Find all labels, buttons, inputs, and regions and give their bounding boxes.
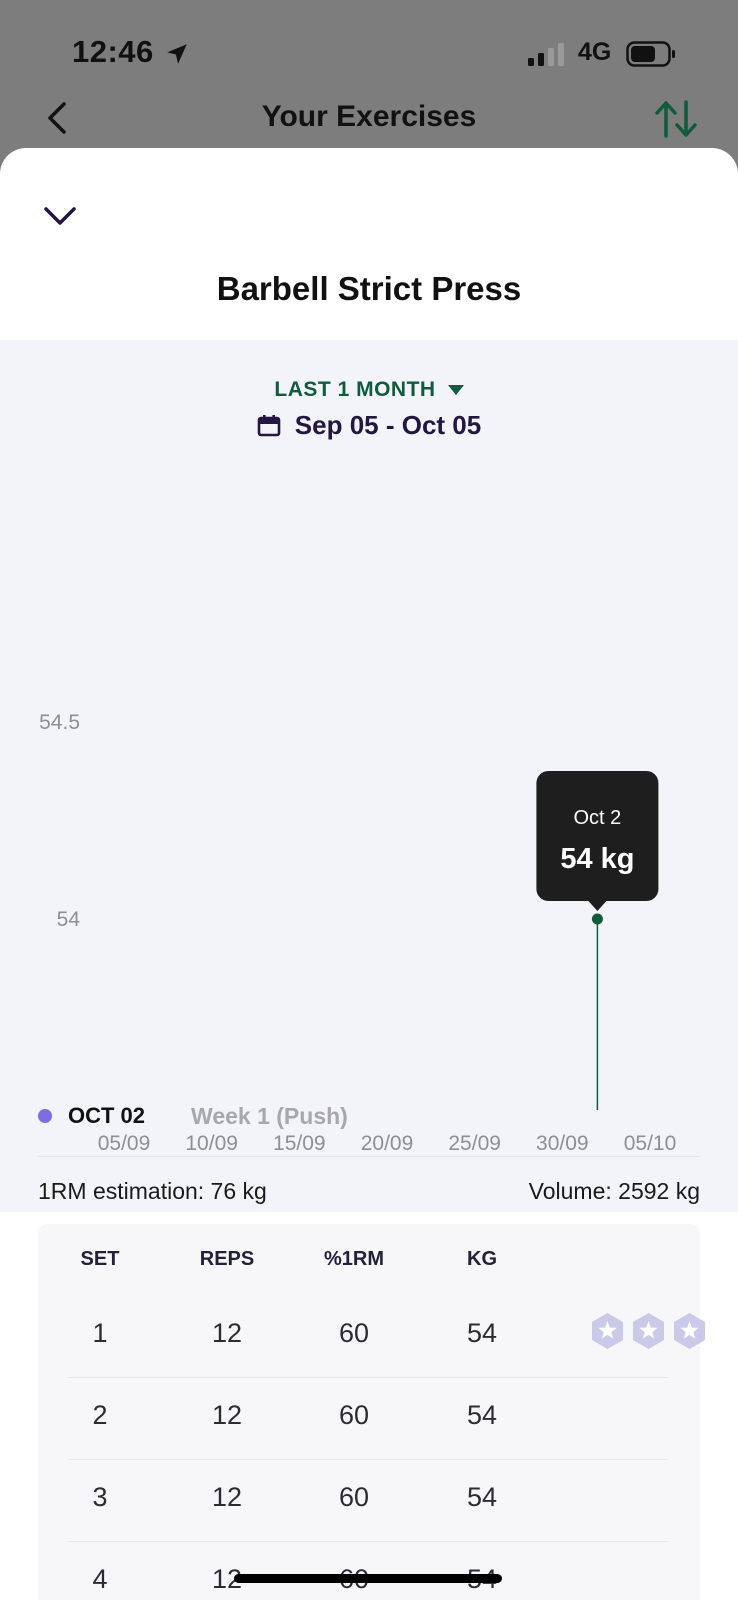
range-selector[interactable]: LAST 1 MONTH bbox=[0, 378, 738, 402]
cellular-signal-icon bbox=[528, 43, 564, 66]
status-bar: 12:46 4G bbox=[0, 0, 738, 100]
session-stats: 1RM estimation: 76 kg Volume: 2592 kg bbox=[38, 1178, 700, 1205]
x-tick-label: 05/10 bbox=[624, 1132, 677, 1155]
header-kg: KG bbox=[467, 1248, 497, 1270]
data-point bbox=[591, 913, 603, 925]
x-tick-label: 10/09 bbox=[185, 1132, 238, 1155]
divider bbox=[38, 1156, 700, 1157]
nav-title: Your Exercises bbox=[261, 100, 477, 133]
table-row: 2 12 60 54 bbox=[68, 1378, 668, 1460]
table-row: 4 12 60 54 bbox=[68, 1542, 668, 1600]
x-tick-label: 25/09 bbox=[448, 1132, 501, 1155]
caret-down-icon bbox=[447, 385, 464, 395]
battery-icon bbox=[626, 41, 675, 67]
session-header: OCT 02 Week 1 (Push) bbox=[38, 1098, 700, 1134]
cell-kg: 54 bbox=[466, 1318, 498, 1348]
cell-kg: 54 bbox=[466, 1400, 498, 1430]
sets-table: SET REPS %1RM KG 1 12 60 54 2 12 60 54 3… bbox=[38, 1224, 705, 1600]
table-row: 1 12 60 54 bbox=[68, 1296, 705, 1378]
date-range-text: Sep 05 - Oct 05 bbox=[294, 410, 482, 440]
chart-tooltip: Oct 2 54 kg bbox=[536, 771, 659, 911]
cell-reps: 12 bbox=[211, 1318, 243, 1348]
tooltip-box bbox=[536, 771, 659, 901]
exercise-title: Barbell Strict Press bbox=[216, 270, 522, 307]
y-tick-label: 54 bbox=[57, 908, 81, 931]
cell-set: 1 bbox=[92, 1318, 108, 1348]
y-tick-label: 54.5 bbox=[39, 711, 80, 734]
session-dot bbox=[38, 1109, 52, 1123]
header-set: SET bbox=[80, 1248, 120, 1270]
cell-percent: 60 bbox=[338, 1482, 370, 1512]
x-tick-label: 30/09 bbox=[536, 1132, 589, 1155]
exercise-detail-sheet: Barbell Strict Press 54.5 54 05/09 10/09 15… bbox=[0, 148, 738, 1600]
star-badge-icon bbox=[633, 1313, 664, 1349]
star-badge-icon bbox=[674, 1313, 705, 1349]
cell-set: 3 bbox=[92, 1482, 108, 1512]
range-label: LAST 1 MONTH bbox=[274, 378, 436, 401]
achievement-badges bbox=[590, 1312, 707, 1350]
cell-reps: 12 bbox=[211, 1400, 243, 1430]
cell-kg: 54 bbox=[466, 1482, 498, 1512]
header-1rm-percent: %1RM bbox=[323, 1248, 385, 1270]
chart-area: 54.5 54 05/09 10/09 15/09 20/09 25/09 30/09 05/… bbox=[0, 340, 738, 1212]
calendar-icon bbox=[257, 414, 281, 436]
status-time: 12:46 bbox=[72, 34, 154, 69]
date-range[interactable]: Sep 05 - Oct 05 bbox=[0, 410, 738, 441]
x-tick-label: 15/09 bbox=[273, 1132, 326, 1155]
table-row: 3 12 60 54 bbox=[68, 1460, 668, 1542]
cell-set: 2 bbox=[92, 1400, 108, 1430]
header-reps: REPS bbox=[199, 1248, 255, 1270]
session-date: OCT 02 bbox=[68, 1103, 146, 1128]
tooltip-value: 54 kg bbox=[560, 843, 634, 875]
cell-percent: 60 bbox=[338, 1400, 370, 1430]
cell-reps: 12 bbox=[211, 1482, 243, 1512]
volume: Volume: 2592 kg bbox=[528, 1178, 700, 1204]
location-arrow-icon bbox=[167, 44, 187, 64]
x-tick-label: 05/09 bbox=[98, 1132, 151, 1155]
one-rm-estimation: 1RM estimation: 76 kg bbox=[38, 1178, 267, 1204]
session-week: Week 1 (Push) bbox=[191, 1102, 348, 1129]
progress-chart: 54.5 54 05/09 10/09 15/09 20/09 25/09 30/09 05/… bbox=[39, 711, 677, 1155]
cell-set: 4 bbox=[92, 1564, 108, 1594]
network-type: 4G bbox=[578, 38, 612, 66]
sort-icon[interactable] bbox=[652, 96, 700, 142]
x-tick-label: 20/09 bbox=[361, 1132, 414, 1155]
star-badge-icon bbox=[592, 1313, 623, 1349]
collapse-chevron-icon[interactable] bbox=[40, 196, 80, 236]
cell-percent: 60 bbox=[338, 1318, 370, 1348]
tooltip-date: Oct 2 bbox=[574, 807, 622, 829]
home-indicator bbox=[234, 1574, 502, 1583]
tooltip-pointer bbox=[588, 901, 607, 911]
